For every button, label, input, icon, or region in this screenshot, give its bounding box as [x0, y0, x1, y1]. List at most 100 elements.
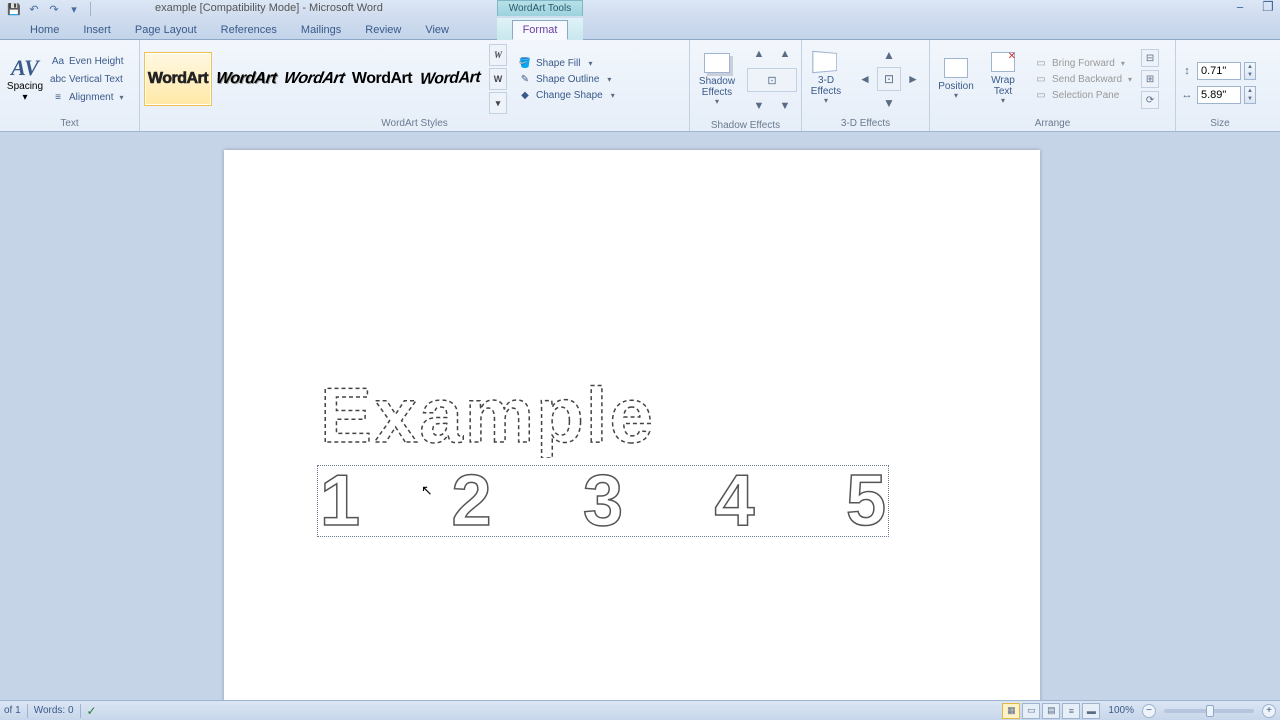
send-backward-button[interactable]: ▭ Send Backward ▾ — [1032, 72, 1134, 86]
tab-review[interactable]: Review — [353, 21, 413, 39]
redo-icon[interactable]: ↷ — [46, 1, 62, 17]
vertical-text-label: Vertical Text — [69, 74, 123, 85]
height-spinner[interactable]: ▲▼ — [1244, 62, 1256, 80]
draft-view[interactable]: ▬ — [1082, 703, 1100, 719]
full-screen-view[interactable]: ▭ — [1022, 703, 1040, 719]
restore-button[interactable]: ❐ — [1260, 0, 1276, 14]
tilt-up[interactable]: ▲ — [877, 43, 901, 67]
qat-dropdown-icon[interactable]: ▾ — [66, 1, 82, 17]
size-group-label: Size — [1180, 116, 1260, 131]
shadow-effects-group: Shadow Effects ▾ ▲ ▲ ⊡ ▼ ▼ Shadow Effect… — [690, 40, 802, 131]
shadow-nudge-controls: ▲ ▲ ⊡ ▼ ▼ — [747, 42, 797, 118]
tilt-down[interactable]: ▼ — [877, 91, 901, 115]
zoom-level[interactable]: 100% — [1108, 705, 1134, 716]
even-height-icon: Aa — [51, 54, 65, 68]
bring-forward-button[interactable]: ▭ Bring Forward ▾ — [1032, 56, 1134, 70]
selection-pane-button[interactable]: ▭ Selection Pane — [1032, 88, 1134, 102]
tab-view[interactable]: View — [413, 21, 461, 39]
width-input[interactable] — [1197, 86, 1241, 104]
wordart-example-text: Example — [320, 380, 655, 458]
word-count[interactable]: Words: 0 — [34, 705, 74, 716]
wrap-text-button[interactable]: ✕ Wrap Text ▾ — [981, 44, 1025, 114]
zoom-in-button[interactable]: + — [1262, 704, 1276, 718]
wordart-numbers-object[interactable]: 1 2 3 4 5 — [317, 465, 889, 537]
zoom-out-button[interactable]: − — [1142, 704, 1156, 718]
wordart-example-object[interactable]: Example — [320, 380, 890, 458]
rotate-button[interactable]: ⟳ — [1141, 91, 1159, 109]
shadow-toggle[interactable]: ⊡ — [747, 68, 797, 92]
threed-effects-button[interactable]: 3-D Effects ▾ — [806, 44, 846, 114]
tab-insert[interactable]: Insert — [71, 21, 123, 39]
shadow-nudge-up-right[interactable]: ▲ — [773, 42, 797, 66]
tab-format[interactable]: Format — [512, 20, 569, 40]
tilt-left[interactable]: ◄ — [853, 67, 877, 91]
spacing-button[interactable]: AV Spacing ▾ — [4, 44, 46, 114]
position-button[interactable]: Position ▾ — [934, 44, 978, 114]
chevron-down-icon: ▾ — [954, 92, 958, 101]
status-bar: of 1 Words: 0 ✓ ▦ ▭ ▤ ≡ ▬ 100% − + — [0, 700, 1280, 720]
zoom-slider[interactable] — [1164, 709, 1254, 713]
tilt-reset[interactable]: ⊡ — [877, 67, 901, 91]
vertical-text-button[interactable]: abc Vertical Text — [49, 71, 125, 87]
even-height-button[interactable]: Aa Even Height — [49, 53, 125, 69]
bring-forward-label: Bring Forward — [1052, 58, 1115, 69]
vertical-text-icon: abc — [51, 72, 65, 86]
alignment-icon: ≡ — [51, 90, 65, 104]
wordart-style-5[interactable]: WordArt — [416, 52, 484, 106]
shadow-effects-button[interactable]: Shadow Effects ▾ — [694, 45, 740, 115]
gallery-more-button[interactable]: ▾ — [489, 92, 507, 114]
web-layout-view[interactable]: ▤ — [1042, 703, 1060, 719]
wordart-row-mid[interactable]: W — [489, 68, 507, 90]
shadow-nudge-down-left[interactable]: ▼ — [747, 94, 771, 118]
change-shape-button[interactable]: ◆ Change Shape ▾ — [516, 88, 617, 102]
arrange-group-label: Arrange — [934, 116, 1171, 131]
wordart-style-4[interactable]: WordArt — [348, 52, 416, 106]
wordart-number: 3 — [583, 465, 623, 537]
send-backward-icon: ▭ — [1034, 72, 1048, 86]
outline-view[interactable]: ≡ — [1062, 703, 1080, 719]
align-button[interactable]: ⊟ — [1141, 49, 1159, 67]
shape-fill-label: Shape Fill — [536, 58, 580, 69]
threed-effects-icon — [812, 51, 837, 74]
shape-fill-button[interactable]: 🪣 Shape Fill ▾ — [516, 56, 617, 70]
wordart-styles-label: WordArt Styles — [144, 116, 685, 131]
tab-home[interactable]: Home — [18, 21, 71, 39]
group-button[interactable]: ⊞ — [1141, 70, 1159, 88]
tab-page-layout[interactable]: Page Layout — [123, 21, 209, 39]
alignment-button[interactable]: ≡ Alignment ▾ — [49, 89, 125, 105]
shadow-nudge-up-left[interactable]: ▲ — [747, 42, 771, 66]
chevron-down-icon: ▾ — [611, 91, 615, 100]
wordart-style-2[interactable]: WordArt — [212, 52, 280, 106]
tilt-blank — [901, 91, 925, 115]
arrange-tools: ⊟ ⊞ ⟳ — [1141, 49, 1159, 109]
wordart-row-up[interactable]: W — [489, 44, 507, 66]
shadow-nudge-down-right[interactable]: ▼ — [773, 94, 797, 118]
contextual-tab-area: Format — [497, 18, 583, 40]
tab-references[interactable]: References — [209, 21, 289, 39]
position-icon — [944, 58, 968, 78]
wordart-style-3[interactable]: WordArt — [280, 52, 348, 106]
page-indicator[interactable]: of 1 — [4, 705, 21, 716]
send-backward-label: Send Backward — [1052, 74, 1122, 85]
selection-pane-label: Selection Pane — [1052, 90, 1119, 101]
arrange-group: Position ▾ ✕ Wrap Text ▾ ▭ Bring Forward… — [930, 40, 1176, 131]
chevron-down-icon: ▾ — [1121, 59, 1125, 68]
chevron-down-icon: ▾ — [824, 97, 828, 106]
zoom-slider-thumb[interactable] — [1206, 705, 1214, 717]
shape-outline-button[interactable]: ✎ Shape Outline ▾ — [516, 72, 617, 86]
width-spinner[interactable]: ▲▼ — [1244, 86, 1256, 104]
tab-mailings[interactable]: Mailings — [289, 21, 353, 39]
save-icon[interactable]: 💾 — [6, 1, 22, 17]
chevron-down-icon: ▾ — [1128, 75, 1132, 84]
print-layout-view[interactable]: ▦ — [1002, 703, 1020, 719]
height-input[interactable] — [1197, 62, 1241, 80]
document-area[interactable]: Example 1 2 3 4 5 ↖ — [0, 132, 1280, 700]
tilt-right[interactable]: ► — [901, 67, 925, 91]
tilt-blank — [853, 91, 877, 115]
threed-effects-label: 3-D Effects — [807, 75, 845, 97]
minimize-button[interactable]: − — [1232, 0, 1248, 14]
wordart-style-1[interactable]: WordArt — [144, 52, 212, 106]
spellcheck-icon[interactable]: ✓ — [87, 704, 97, 718]
undo-icon[interactable]: ↶ — [26, 1, 42, 17]
threed-effects-group: 3-D Effects ▾ ▲ ◄ ⊡ ► ▼ 3-D Effects — [802, 40, 930, 131]
